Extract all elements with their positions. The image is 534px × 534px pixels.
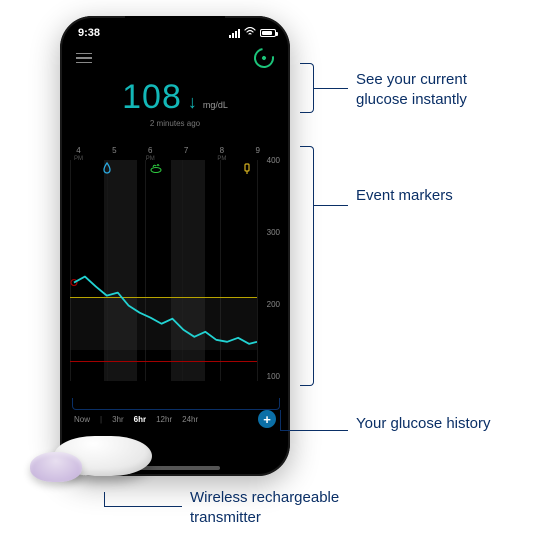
callout-current-glucose: See your current glucose instantly: [356, 70, 516, 111]
range-option[interactable]: 3hr: [112, 415, 124, 424]
separator: |: [100, 415, 102, 424]
x-tick: 7: [184, 146, 188, 155]
callout-line: [104, 492, 105, 506]
y-tick: 300: [260, 228, 280, 237]
app-header: [60, 48, 290, 68]
glucose-series: [70, 160, 257, 381]
callout-transmitter: Wireless rechargeable transmitter: [190, 488, 390, 529]
range-option[interactable]: 24hr: [182, 415, 198, 424]
wifi-icon: [244, 27, 256, 39]
y-tick: 400: [260, 156, 280, 165]
callout-bracket: [300, 146, 314, 386]
callout-event-markers: Event markers: [356, 186, 476, 206]
x-tick: 9: [256, 146, 260, 155]
x-tick: 8: [220, 146, 224, 155]
range-selector: Now | 3hr 6hr 12hr 24hr +: [74, 410, 276, 428]
battery-icon: [260, 29, 276, 37]
glucose-chart: 4PM 5 6PM 7 8PM 9 400 300 200 100: [70, 146, 280, 381]
plot-area: [70, 160, 258, 381]
range-option-active[interactable]: 6hr: [134, 415, 146, 424]
glucose-value: 108: [122, 78, 182, 117]
y-axis: 400 300 200 100: [260, 156, 280, 381]
transmitter-device: [22, 430, 152, 492]
transmitter-sensor: [30, 452, 82, 482]
menu-icon[interactable]: [76, 53, 92, 64]
signal-icon: [229, 29, 240, 38]
phone-notch: [125, 16, 225, 36]
y-tick: 200: [260, 300, 280, 309]
callout-line: [314, 205, 348, 206]
reading-timestamp: 2 minutes ago: [60, 119, 290, 128]
callout-line: [280, 430, 348, 431]
callout-line: [104, 506, 182, 507]
y-tick: 100: [260, 372, 280, 381]
x-tick: 5: [112, 146, 116, 155]
callout-line: [280, 410, 281, 430]
x-tick: 6: [148, 146, 152, 155]
status-icons: [229, 27, 276, 39]
product-diagram: 9:38 108 ↓ mg/dL 2 minutes ago: [0, 0, 534, 534]
x-tick: 4: [76, 146, 80, 155]
range-option[interactable]: 12hr: [156, 415, 172, 424]
callout-glucose-history: Your glucose history: [356, 414, 496, 434]
callout-bracket: [300, 63, 314, 113]
glucose-unit: mg/dL: [203, 100, 228, 110]
status-time: 9:38: [78, 27, 100, 39]
glucose-reading: 108 ↓ mg/dL 2 minutes ago: [60, 78, 290, 128]
add-event-button[interactable]: +: [258, 410, 276, 428]
range-now[interactable]: Now: [74, 415, 90, 424]
trend-arrow-icon: ↓: [188, 92, 197, 113]
callout-line: [314, 88, 348, 89]
callout-bracket: [72, 398, 280, 410]
sensor-status-icon[interactable]: [250, 44, 278, 72]
